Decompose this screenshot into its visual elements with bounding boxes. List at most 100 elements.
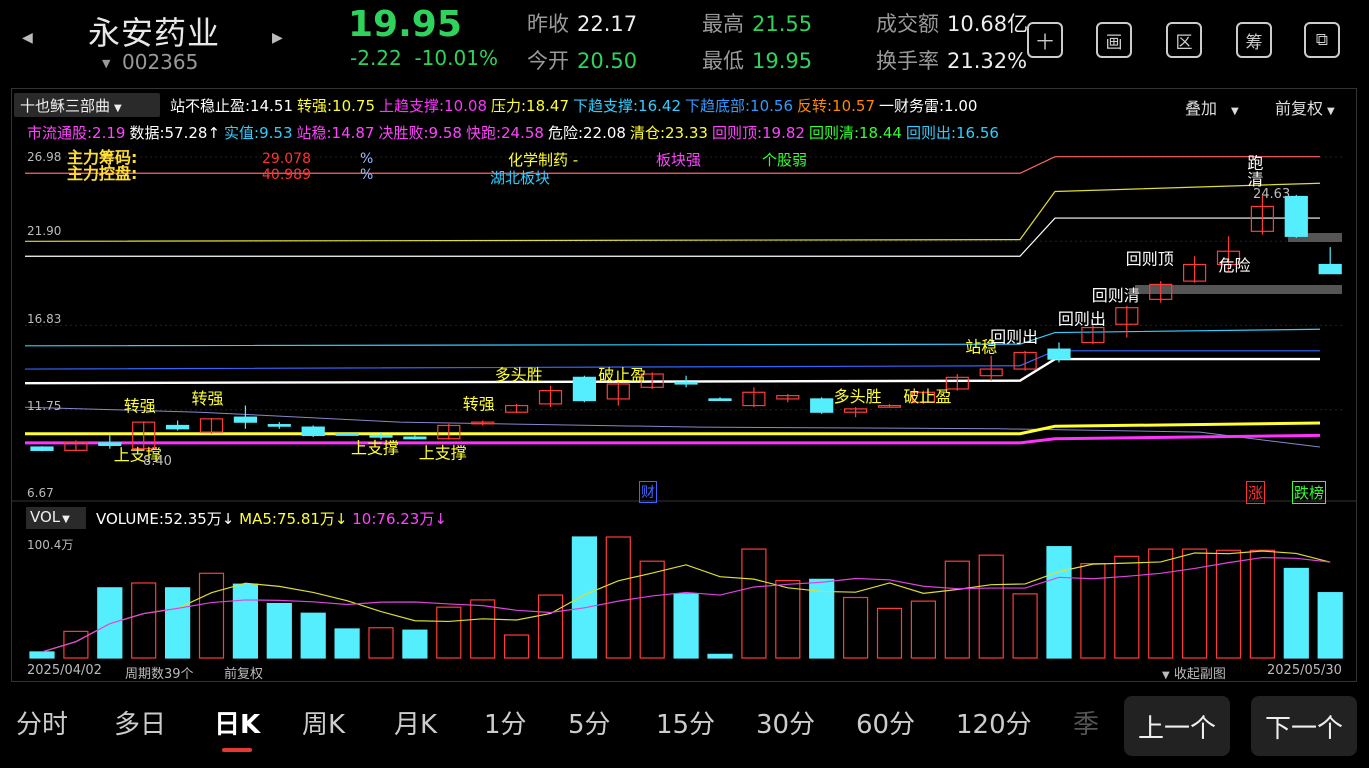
volume-bar	[1249, 549, 1276, 659]
tab-quarter[interactable]: 季	[1073, 704, 1099, 741]
candle-body	[572, 376, 597, 402]
adjust-dropdown[interactable]: 前复权 ▼	[1275, 95, 1335, 119]
y-tick: 16.83	[27, 312, 62, 326]
volume-bar	[1046, 546, 1072, 659]
sector-strength: 板块强	[656, 151, 702, 169]
overlay-label: 叠加	[1185, 99, 1218, 118]
indicator-line2-item: 回则清:18.44	[808, 124, 902, 142]
candle-body	[674, 381, 698, 385]
chevron-down-icon: ▼	[114, 103, 122, 114]
tab-weekly-k[interactable]: 周K	[302, 704, 345, 741]
volume-ma10: 10:76.23万↓	[352, 510, 447, 528]
tab-60min[interactable]: 60分	[856, 704, 915, 741]
collapse-subchart-button[interactable]: ▼ 收起副图	[1162, 663, 1226, 682]
y-tick: 11.75	[27, 399, 62, 413]
volume-bar	[537, 594, 564, 659]
signal-label: 多头胜	[495, 366, 543, 385]
volume-value: VOLUME:52.35万↓	[96, 510, 235, 528]
volume-bar	[1148, 548, 1174, 659]
volume-values: VOLUME:52.35万↓ MA5:75.81万↓ 10:76.23万↓	[96, 508, 447, 529]
tab-monthly-k[interactable]: 月K	[394, 704, 437, 741]
volume-bar	[1317, 592, 1343, 659]
band-yellow-top	[24, 182, 1321, 242]
volume-bar	[1181, 548, 1208, 659]
tab-1min[interactable]: 1分	[484, 704, 527, 741]
volume-ma5: MA5:75.81万↓	[239, 510, 348, 528]
volume-bar	[504, 634, 530, 659]
signal-label: 回则清	[1092, 286, 1140, 305]
signal-label: 破止盈	[903, 387, 951, 406]
indicator-line2-item: 数据:57.28↑	[129, 124, 221, 142]
tab-120min[interactable]: 120分	[956, 704, 1032, 741]
indicator-line2-item: 站稳:14.87	[296, 124, 375, 142]
signal-label: 回则出	[1058, 309, 1106, 328]
adjust-label: 前复权	[1275, 99, 1324, 118]
volume-bar	[639, 560, 665, 659]
candle-body	[369, 434, 393, 438]
chevron-down-icon: ▼	[1327, 106, 1335, 117]
candle-body	[1318, 263, 1342, 275]
start-date: 2025/04/02	[27, 663, 102, 678]
signal-label: 多头胜	[834, 387, 882, 406]
band-white-thick	[24, 357, 1320, 385]
main-control-label: 主力控盘:	[67, 164, 138, 183]
indicator-line2-item: 清仓:23.33	[629, 124, 708, 142]
signal-label: 转强	[124, 396, 156, 415]
volume-indicator-select[interactable]: VOL ▼	[26, 507, 86, 529]
chip-unit: %	[360, 151, 374, 167]
volume-bar	[198, 572, 225, 659]
indicator-line2-item: 回则出:16.56	[905, 124, 999, 142]
candle-body	[403, 436, 427, 440]
finance-tag[interactable]: 财	[639, 481, 657, 503]
candle-body	[1284, 195, 1308, 237]
band-magenta	[25, 433, 1321, 445]
tab-multiday[interactable]: 多日	[114, 704, 166, 741]
candle-body	[1047, 348, 1071, 360]
signal-label: 破止盈	[598, 366, 646, 385]
control-unit: %	[360, 167, 374, 183]
candle-body	[166, 424, 190, 430]
volume-bar	[1012, 593, 1038, 659]
volume-bar	[707, 653, 733, 659]
tab-daily-k[interactable]: 日K	[214, 704, 260, 741]
next-stock-button[interactable]: 下一个	[1251, 696, 1357, 756]
indicator-line2-item: 快跑:24.58	[465, 124, 544, 142]
volume-bar	[131, 582, 157, 659]
rise-rank-tag[interactable]: 涨	[1246, 481, 1266, 504]
tab-30min[interactable]: 30分	[756, 704, 815, 741]
main-chip-value: 29.078	[262, 151, 311, 167]
candle-body	[810, 398, 834, 413]
indicator-select[interactable]: 十也稣三部曲 ▼	[14, 93, 160, 117]
volume-bar	[1114, 555, 1140, 659]
indicator-values-line2: 市流通股:2.19 数据:57.28↑ 实值:9.53 站稳:14.87 决胜败:9.5…	[27, 122, 1003, 143]
volume-bar	[368, 627, 394, 659]
period-count: 周期数39个	[125, 667, 194, 682]
volume-bar	[266, 602, 292, 659]
signal-label: 转强	[192, 389, 224, 408]
indicator-line1-item: 一财务雷:1.00	[879, 97, 978, 115]
tab-5min[interactable]: 5分	[568, 704, 611, 741]
candle-body	[233, 416, 257, 423]
tab-timeshare[interactable]: 分时	[16, 704, 68, 741]
stock-strength: 个股弱	[762, 151, 808, 169]
indicator-line2-item: 危险:22.08	[547, 124, 626, 142]
fall-rank-tag[interactable]: 跌榜	[1292, 481, 1327, 504]
signal-label: 上支撑	[419, 444, 467, 463]
signal-label: 回则出	[990, 328, 1038, 347]
prev-stock-button[interactable]: 上一个	[1124, 696, 1230, 756]
volume-indicator-name: VOL	[30, 508, 61, 526]
high-price-label: 24.63	[1253, 187, 1291, 202]
overlay-dropdown[interactable]: 叠加 ▼	[1185, 95, 1239, 119]
chevron-down-icon: ▼	[1162, 670, 1170, 681]
volume-bar	[1215, 549, 1242, 659]
indicator-line2-item: 决胜败:9.58	[378, 124, 462, 142]
signal-label: 上支撑	[351, 439, 399, 458]
volume-bar	[978, 554, 1004, 659]
period-tabs: 分时 多日 日K 周K 月K 1分 5分 15分 30分 60分 120分 季 …	[0, 690, 1369, 768]
volume-bar	[673, 593, 699, 659]
tab-15min[interactable]: 15分	[656, 704, 715, 741]
volume-bar	[842, 596, 869, 659]
volume-bar	[571, 536, 598, 659]
volume-bar	[97, 587, 123, 659]
candle-body	[708, 398, 732, 402]
